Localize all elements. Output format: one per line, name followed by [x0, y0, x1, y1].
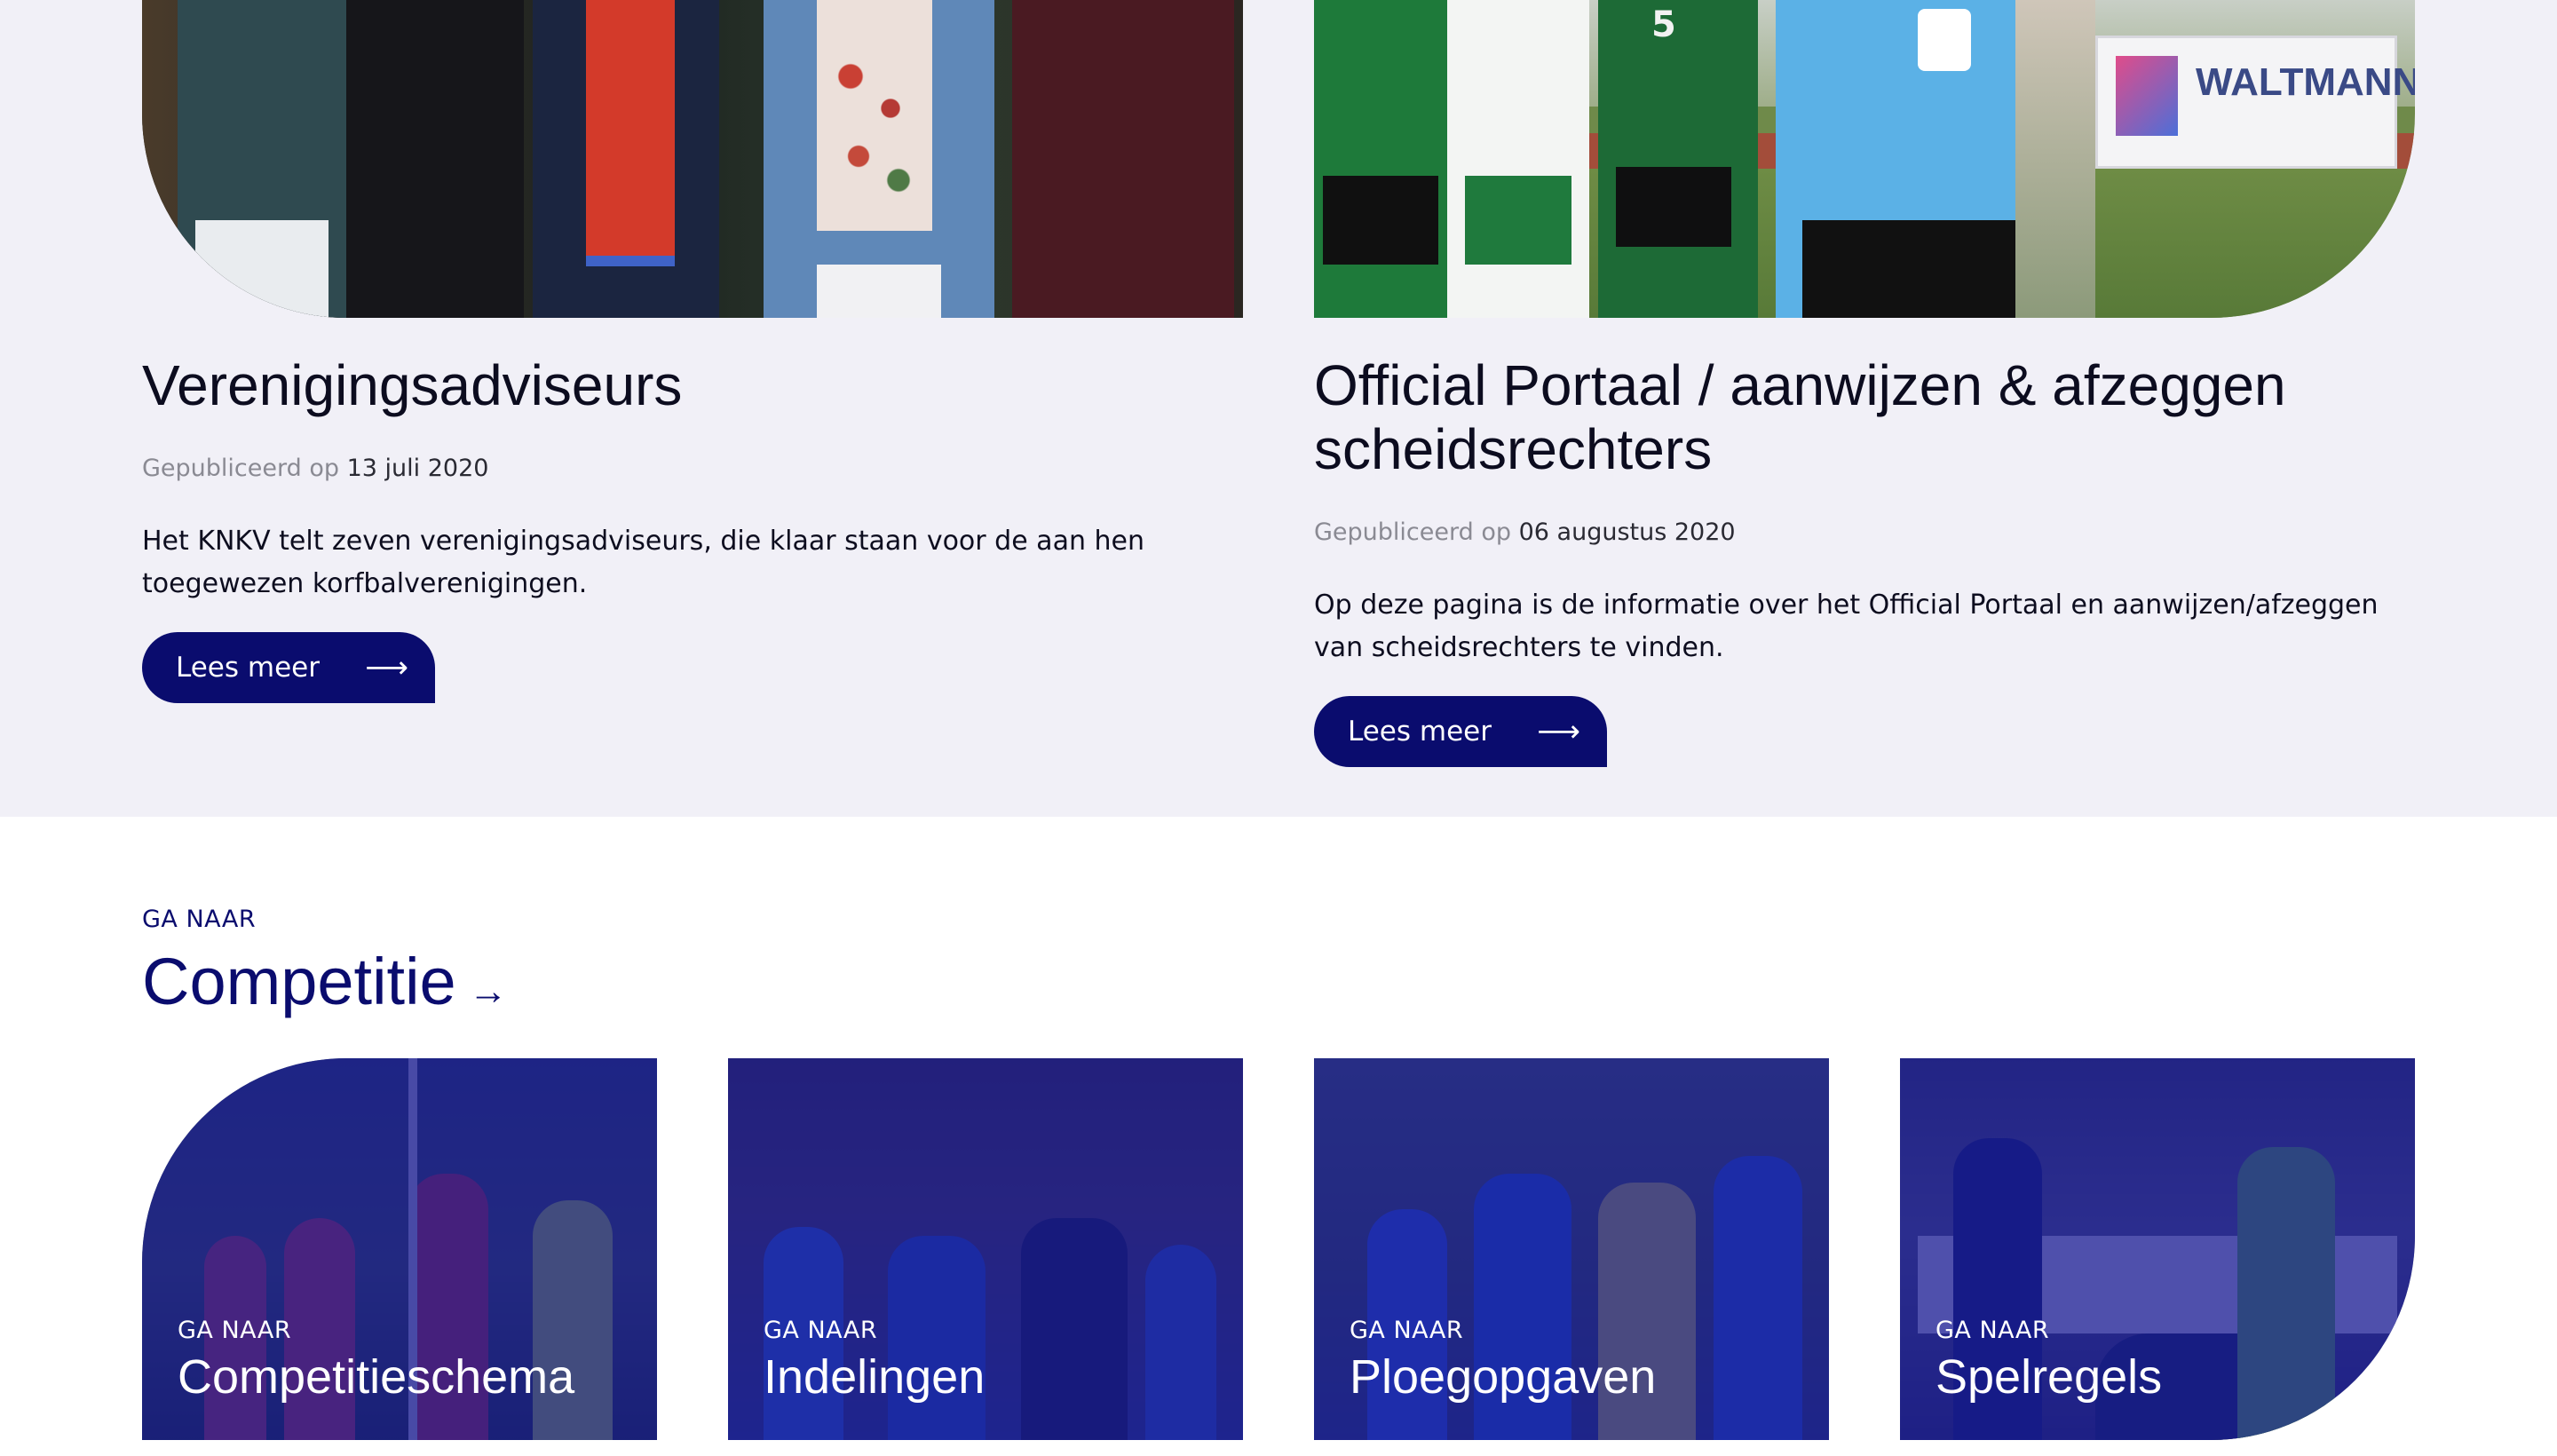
referee-figure [1776, 0, 2042, 318]
competitie-heading-link[interactable]: Competitie → [142, 944, 2415, 1019]
jersey-number: 5 [1651, 4, 1676, 45]
article-photo[interactable] [142, 0, 1243, 318]
tile-title: Ploegopgaven [1350, 1350, 1657, 1404]
sponsor-banner-text: WALTMANN [2196, 60, 2415, 104]
tile-kicker: GA NAAR [764, 1317, 878, 1344]
read-more-button[interactable]: Lees meer ⟶ [1314, 696, 1607, 767]
arrow-right-icon: → [468, 969, 508, 1013]
tile-title: Spelregels [1936, 1350, 2163, 1404]
arrow-right-icon: ⟶ [365, 650, 408, 685]
person-figure [533, 0, 719, 318]
knkv-badge-icon [1918, 9, 1971, 71]
article-excerpt: Het KNKV telt zeven verenigingsadviseurs… [142, 526, 1144, 599]
person-figure [764, 0, 994, 318]
competitie-tiles: GA NAAR Competitieschema GA NAAR Indelin… [142, 1058, 2415, 1440]
published-date: 06 augustus 2020 [1518, 518, 1736, 546]
section-heading: Competitie [142, 945, 456, 1018]
tile-title: Indelingen [764, 1350, 986, 1404]
read-more-label: Lees meer [1348, 716, 1492, 748]
tile-title: Competitieschema [178, 1350, 575, 1404]
article-meta: Gepubliceerd op 13 juli 2020 [142, 453, 1243, 485]
person-figure [1012, 0, 1234, 318]
sponsor-logo [2116, 56, 2178, 136]
tile-competitieschema[interactable]: GA NAAR Competitieschema [142, 1058, 657, 1440]
published-prefix: Gepubliceerd op [142, 455, 339, 482]
article-excerpt: Op deze pagina is de informatie over het… [1314, 590, 2379, 663]
tile-kicker: GA NAAR [1350, 1317, 1464, 1344]
article-meta: Gepubliceerd op 06 augustus 2020 [1314, 517, 2415, 549]
article-photo[interactable]: WALTMANN 5 [1314, 0, 2415, 318]
tile-spelregels[interactable]: GA NAAR Spelregels [1900, 1058, 2415, 1440]
arrow-right-icon: ⟶ [1537, 714, 1580, 749]
tile-indelingen[interactable]: GA NAAR Indelingen [728, 1058, 1243, 1440]
article-card: Verenigingsadviseurs Gepubliceerd op 13 … [142, 0, 1243, 703]
sponsor-banner: WALTMANN [2095, 36, 2415, 169]
section-kicker: GA NAAR [142, 906, 257, 933]
article-title[interactable]: Official Portaal / aanwijzen & afzeggen … [1314, 353, 2415, 481]
news-section: Verenigingsadviseurs Gepubliceerd op 13 … [0, 0, 2557, 817]
player-figure: 5 [1598, 0, 1758, 318]
player-figure [1447, 0, 1589, 318]
published-date: 13 juli 2020 [346, 455, 489, 482]
tile-ploegopgaven[interactable]: GA NAAR Ploegopgaven [1314, 1058, 1829, 1440]
person-figure [178, 0, 346, 318]
tile-kicker: GA NAAR [178, 1317, 292, 1344]
tile-kicker: GA NAAR [1936, 1317, 2050, 1344]
published-prefix: Gepubliceerd op [1314, 518, 1511, 546]
person-figure [346, 0, 524, 318]
article-title[interactable]: Verenigingsadviseurs [142, 353, 1243, 417]
read-more-button[interactable]: Lees meer ⟶ [142, 632, 435, 703]
spectator-figure [2015, 0, 2095, 318]
article-card: WALTMANN 5 Official Portaal / aanwijzen … [1314, 0, 2415, 767]
read-more-label: Lees meer [176, 652, 320, 684]
player-figure [1314, 0, 1447, 318]
goto-competitie-section: GA NAAR Competitie → [142, 906, 2415, 1019]
